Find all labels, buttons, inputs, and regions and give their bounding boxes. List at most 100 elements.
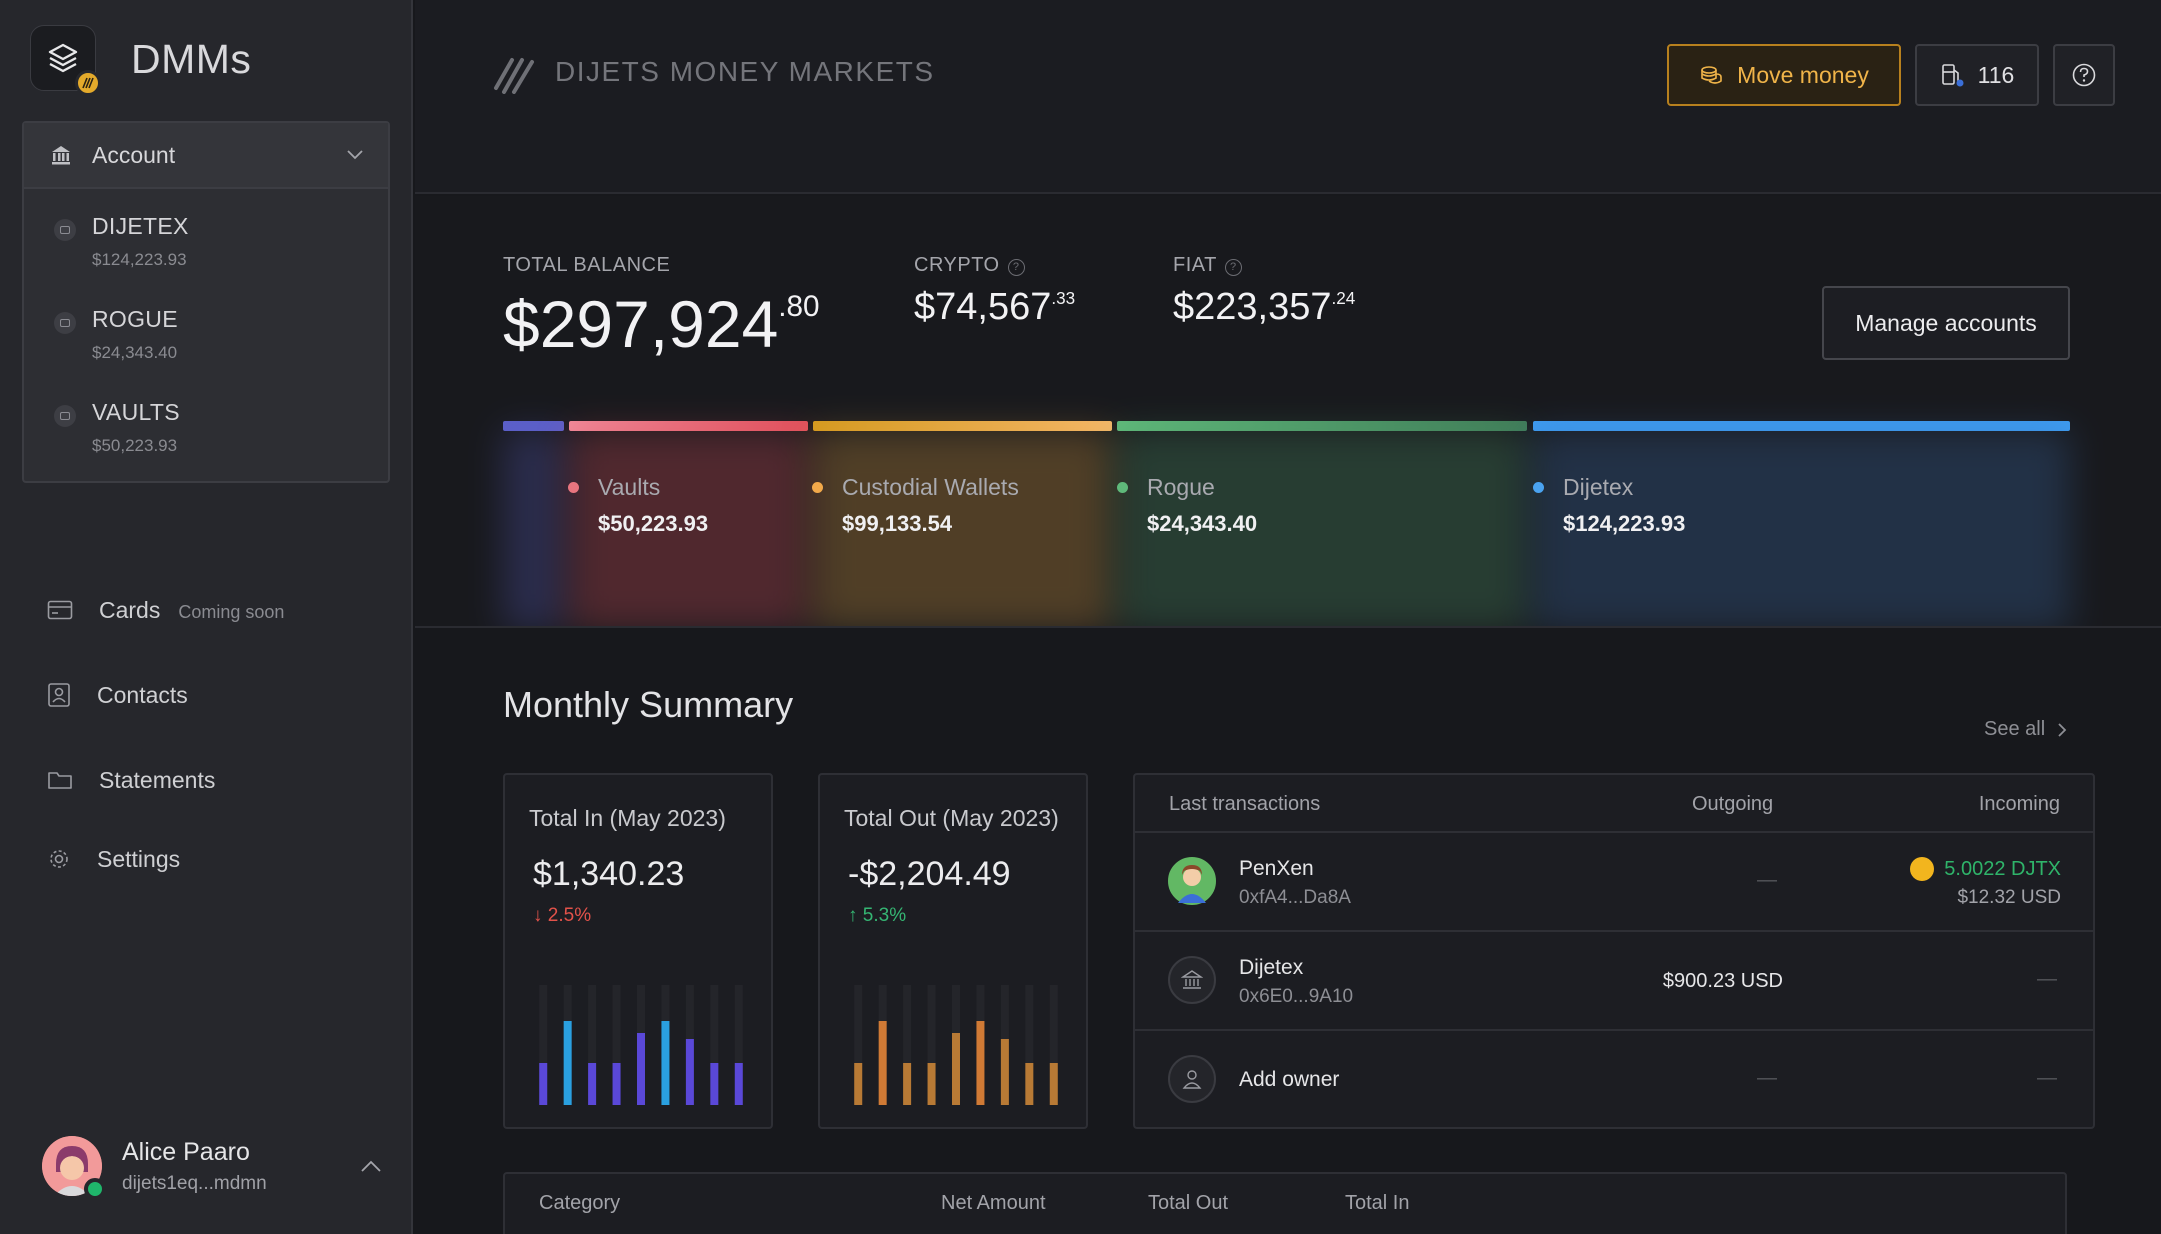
add-owner-label: Add owner (1239, 1068, 1340, 1091)
chevron-right-icon (2058, 722, 2067, 737)
total-in-label: Total In (May 2023) (529, 805, 726, 831)
account-amount: $24,343.40 (92, 343, 178, 362)
see-all-link[interactable]: See all (1984, 718, 2067, 741)
account-dropdown-toggle[interactable]: Account (24, 123, 388, 189)
category-table-header: Category Net Amount Total Out Total In (503, 1172, 2067, 1234)
notifications-button[interactable]: 116 (1915, 44, 2039, 106)
bar (710, 1063, 719, 1105)
tx-incoming: — (2037, 1067, 2057, 1089)
sidebar-item-statements[interactable]: Statements (47, 760, 215, 800)
bank-avatar (1168, 956, 1216, 1004)
total-in-bar-chart (539, 985, 743, 1105)
crypto-value: $74,567.33 (914, 286, 1075, 329)
total-balance-value: $297,924.80 (503, 286, 820, 362)
crypto-main: $74,567 (914, 286, 1052, 328)
bar (1000, 1039, 1009, 1105)
account-amount: $50,223.93 (92, 436, 178, 455)
bar (539, 1063, 548, 1105)
legend-dot-icon (812, 482, 823, 493)
total-balance-cents: .80 (778, 290, 820, 324)
top-bar: DIJETS MONEY MARKETS Move money 116 (415, 0, 2161, 194)
col-last-transactions: Last transactions (1169, 793, 1321, 815)
total-balance-label: TOTAL BALANCE (503, 254, 671, 276)
sidebar-item-contacts[interactable]: Contacts (47, 675, 188, 715)
account-icon (54, 312, 76, 334)
fiat-label-wrap: FIAT? (1173, 254, 1242, 277)
account-name: ROGUE (92, 306, 178, 332)
crypto-label-wrap: CRYPTO? (914, 254, 1025, 277)
fiat-help-icon[interactable]: ? (1224, 259, 1242, 276)
contacts-icon (48, 683, 70, 707)
crypto-help-icon[interactable]: ? (1007, 259, 1025, 276)
notification-count: 116 (1977, 61, 2015, 88)
account-icon (54, 219, 76, 241)
fiat-value: $223,357.24 (1173, 286, 1355, 329)
layers-icon (48, 43, 78, 73)
legend-rogue: Rogue $24,343.40 (1117, 474, 1257, 537)
user-avatar (1168, 1055, 1216, 1103)
gear-icon (50, 850, 68, 868)
brand-name: DMMs (131, 36, 252, 82)
person-icon (1182, 1070, 1202, 1089)
chevron-up-icon[interactable] (360, 1159, 382, 1173)
sidebar-item-label: Statements (99, 766, 216, 793)
last-transactions-table: Last transactions Outgoing Incoming PenX… (1133, 773, 2095, 1129)
user-profile[interactable]: Alice Paaro dijets1eq...mdmn (42, 1133, 382, 1200)
bank-icon (52, 146, 70, 165)
app-logo[interactable] (30, 25, 101, 96)
bar (661, 1021, 670, 1105)
page-title: DIJETS MONEY MARKETS (555, 56, 935, 87)
total-in-value: $1,340.23 (533, 855, 685, 893)
sidebar-item-cards[interactable]: Cards Coming soon (47, 590, 284, 630)
account-item-rogue[interactable]: ROGUE $24,343.40 (24, 282, 388, 375)
total-out-card[interactable]: Total Out (May 2023) -$2,204.49 ↑ 5.3% (818, 773, 1088, 1129)
bank-icon (1181, 970, 1203, 989)
legend-amount: $50,223.93 (598, 511, 709, 536)
total-balance-main: $297,924 (503, 287, 779, 361)
bar (952, 1033, 960, 1105)
help-icon (2072, 63, 2096, 87)
manage-accounts-button[interactable]: Manage accounts (1822, 286, 2070, 360)
account-amount: $124,223.93 (92, 250, 187, 269)
col-outgoing: Outgoing (1692, 793, 1774, 815)
total-out-change: ↑ 5.3% (848, 905, 907, 926)
folder-icon (48, 772, 72, 789)
account-item-dijetex[interactable]: DIJETEX $124,223.93 (24, 189, 388, 282)
bar (563, 1021, 572, 1105)
account-item-vaults[interactable]: VAULTS $50,223.93 (24, 375, 388, 468)
sidebar: DMMs Account DIJETEX $124,223.93 ROGUE $… (0, 0, 413, 1234)
account-icon (54, 405, 76, 427)
col-category: Category (539, 1192, 621, 1214)
see-all-label: See all (1984, 718, 2046, 740)
balance-section: TOTAL BALANCE $297,924.80 CRYPTO? $74,56… (415, 196, 2161, 628)
user-info: Alice Paaro dijets1eq...mdmn (122, 1138, 360, 1195)
avatar (42, 1136, 106, 1200)
card-icon (47, 600, 73, 620)
tx-incoming: — (2037, 968, 2057, 990)
legend-amount: $99,133.54 (842, 511, 953, 536)
bar (1049, 1063, 1058, 1105)
table-row[interactable]: PenXen 0xfA4...Da8A — 5.0022 DJTX $12.32… (1135, 833, 2093, 932)
move-money-button[interactable]: Move money (1667, 44, 1901, 106)
help-button[interactable] (2053, 44, 2115, 106)
total-in-change: ↓ 2.5% (533, 905, 592, 926)
legend-name: Custodial Wallets (842, 474, 1019, 500)
online-status-icon (84, 1178, 106, 1200)
legend-name: Vaults (598, 474, 661, 500)
move-money-label: Move money (1737, 61, 1869, 88)
table-row[interactable]: Dijetex 0x6E0...9A10 $900.23 USD — (1135, 932, 2093, 1031)
tx-incoming: 5.0022 DJTX $12.32 USD (1910, 857, 2061, 909)
sidebar-item-label: Settings (97, 845, 181, 872)
col-total-out: Total Out (1148, 1192, 1229, 1214)
total-in-card[interactable]: Total In (May 2023) $1,340.23 ↓ 2.5% (503, 773, 773, 1129)
main-content: DIJETS MONEY MARKETS Move money 116 TOTA… (415, 0, 2161, 1234)
bar (612, 1063, 621, 1105)
coins-icon (1701, 66, 1722, 84)
legend-custodial-wallets: Custodial Wallets $99,133.54 (812, 474, 1019, 537)
tx-outgoing: — (1757, 869, 1777, 891)
table-row-add-owner[interactable]: Add owner — — (1135, 1031, 2093, 1130)
legend-name: Dijetex (1563, 474, 1634, 500)
legend-dot-icon (1533, 482, 1544, 493)
sidebar-item-label: Contacts (97, 681, 188, 708)
sidebar-item-settings[interactable]: Settings (47, 839, 180, 879)
